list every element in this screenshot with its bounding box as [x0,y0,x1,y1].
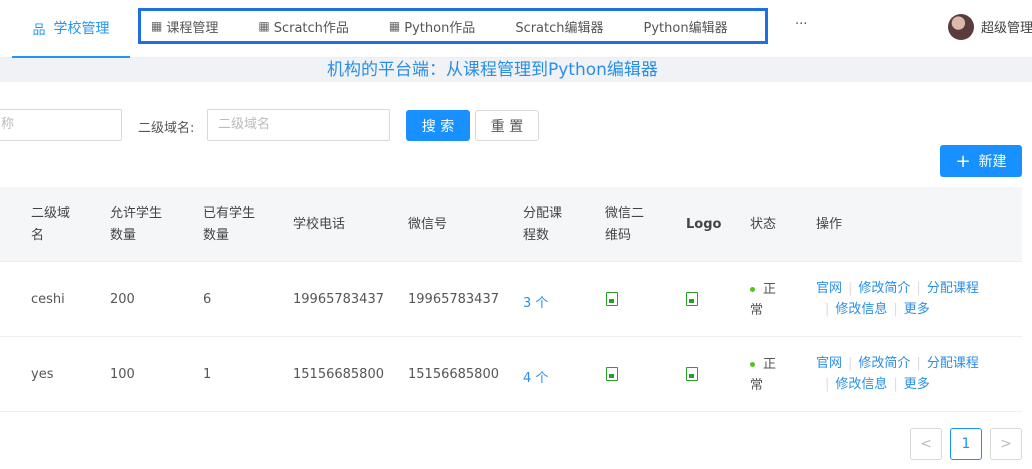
cell-phone: 19965783437 [293,292,384,307]
action-more-link[interactable]: 更多 [904,302,930,317]
pager-prev-button[interactable]: < [910,428,942,460]
status-text: 常 [750,378,764,393]
header-wechat: 微信号 [408,217,448,232]
header-line: 数量 [110,228,137,243]
action-edit-info-link[interactable]: 修改信息 [835,377,887,392]
user-name[interactable]: 超级管理 [981,17,1032,36]
menu-item-label: Python作品 [404,20,476,36]
status-text: 常 [750,303,764,318]
new-button[interactable]: + 新建 [940,145,1022,177]
cell-wechat: 15156685800 [408,367,499,382]
domain-placeholder: 二级域名 [218,117,271,132]
header-domain: 二级域 名 [31,203,70,247]
action-assign-course-link[interactable]: 分配课程 [927,356,979,371]
grid-icon: ▦ [151,19,163,33]
action-edit-intro-link[interactable]: 修改简介 [858,356,910,371]
cell-domain: ceshi [31,292,65,307]
table-row: yes 100 1 15156685800 15156685800 4 个 正 … [0,337,1022,412]
pager-page-1[interactable]: 1 [950,428,982,460]
grid-icon: ▦ [388,19,401,33]
domain-label: 二级域名: [138,121,195,136]
cell-domain: yes [31,367,54,382]
pager-next-button[interactable]: > [990,428,1022,460]
menu-item-course-management[interactable]: ▦ 课程管理 [151,17,218,36]
menu-item-label: 课程管理 [166,20,219,36]
tab-school-management[interactable]: 品 学校管理 [12,0,130,58]
top-navbar: 品 学校管理 ▦ 课程管理 ▦ Scratch作品 ▦ Python作品 Scr… [0,0,1032,58]
avatar[interactable] [948,14,974,40]
cell-status: 正 常 [750,354,776,396]
action-assign-course-link[interactable]: 分配课程 [927,281,979,296]
tab-label: 学校管理 [53,21,110,37]
header-existing-students: 已有学生 数量 [203,203,255,247]
menu-item-python-works[interactable]: ▦ Python作品 [389,17,475,36]
cell-status: 正 常 [750,279,776,321]
action-edit-intro-link[interactable]: 修改简介 [858,281,910,296]
menu-item-label: Scratch编辑器 [515,20,604,36]
header-line: 名 [31,228,45,243]
action-website-link[interactable]: 官网 [816,281,842,296]
qrcode-file-icon[interactable] [606,292,618,306]
header-line: 微信二 [605,206,645,221]
cell-phone: 15156685800 [293,367,384,382]
header-line: 已有学生 [203,206,256,221]
banner-text: 机构的平台端：从课程管理到Python编辑器 [327,60,658,80]
cell-allowed: 200 [110,292,135,307]
cell-course-count-link[interactable]: 3 个 [523,292,548,311]
status-text: 正 [763,282,777,297]
menu-item-label: Scratch作品 [273,20,349,36]
page-banner: 机构的平台端：从课程管理到Python编辑器 [0,58,1032,82]
reset-button[interactable]: 重 置 [475,110,539,141]
cell-existing: 6 [203,292,212,307]
header-qrcode: 微信二 维码 [605,203,644,247]
cell-actions: 官网 | 修改简介 | 分配课程 | 修改信息 | 更多 [816,356,979,392]
cell-course-count-link[interactable]: 4 个 [523,367,548,386]
domain-input[interactable]: 二级域名 [207,109,390,141]
plus-icon: + [955,150,971,172]
cell-actions: 官网 | 修改简介 | 分配课程 | 修改信息 | 更多 [816,281,979,317]
status-dot [750,287,755,292]
header-phone: 学校电话 [293,217,346,232]
header-actions: 操作 [816,217,843,232]
cell-existing: 1 [203,367,212,382]
search-button[interactable]: 搜 索 [406,110,470,141]
header-allowed-students: 允许学生 数量 [110,203,162,247]
header-status: 状态 [750,217,777,232]
menu-item-python-editor[interactable]: Python编辑器 [644,17,728,36]
action-more-link[interactable]: 更多 [904,377,930,392]
logo-file-icon[interactable] [686,367,698,381]
more-menu-button[interactable]: ··· [795,17,807,32]
logo-file-icon[interactable] [686,292,698,306]
school-name-placeholder: 称 [1,117,15,132]
header-line: 维码 [605,228,632,243]
header-line: 程数 [523,228,550,243]
menu-item-scratch-editor[interactable]: Scratch编辑器 [515,17,603,36]
grid-icon: ▦ [258,19,270,33]
header-line: 数量 [203,228,230,243]
school-name-input[interactable]: 称 [0,109,122,141]
status-text: 正 [763,357,777,372]
status-dot [750,362,755,367]
header-line: 二级域 [31,206,71,221]
table-row: ceshi 200 6 19965783437 19965783437 3 个 … [0,262,1022,337]
menu-item-scratch-works[interactable]: ▦ Scratch作品 [258,17,349,36]
header-line: 分配课 [523,206,563,221]
menu-item-label: Python编辑器 [643,20,728,36]
header-logo: Logo [686,217,722,232]
cell-wechat: 19965783437 [408,292,499,307]
header-line: 允许学生 [110,206,163,221]
action-edit-info-link[interactable]: 修改信息 [835,302,887,317]
new-button-label: 新建 [978,154,1007,170]
header-course-count: 分配课 程数 [523,203,562,247]
qrcode-file-icon[interactable] [606,367,618,381]
action-website-link[interactable]: 官网 [816,356,842,371]
table-header: 二级域 名 允许学生 数量 已有学生 数量 学校电话 微信号 分配课 程数 微信… [0,187,1022,262]
cell-allowed: 100 [110,367,135,382]
sitemap-icon: 品 [32,22,46,38]
highlighted-menu-group: ▦ 课程管理 ▦ Scratch作品 ▦ Python作品 Scratch编辑器… [138,8,768,44]
